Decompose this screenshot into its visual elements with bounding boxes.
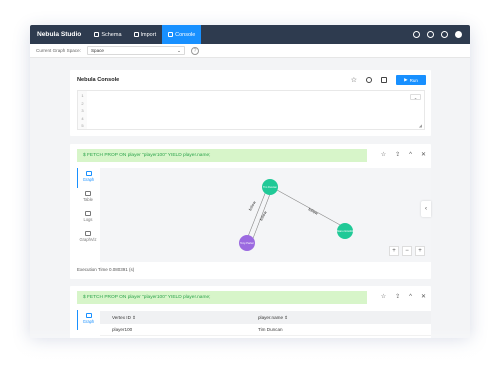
line-numbers: 1 2 3 4 5 [78, 91, 87, 129]
edge-label: follow [247, 200, 256, 211]
close-icon[interactable]: ✕ [421, 293, 426, 300]
tab-table[interactable]: Table [77, 188, 99, 208]
play-icon: ▶ [404, 77, 408, 82]
import-icon [133, 32, 139, 37]
line-number: 3 [81, 108, 84, 113]
tab-logs[interactable]: Logs [77, 208, 99, 228]
line-number: 1 [81, 93, 84, 98]
logs-icon [85, 211, 91, 216]
table-header: Vertex ID ⇕ player.name ⇕ [100, 311, 431, 324]
tab-label: Graph [82, 177, 95, 182]
chevron-left-icon[interactable]: ‹ [421, 201, 431, 217]
console-toolbar: ☆ ▶ Run [351, 75, 426, 85]
graph-icon [85, 171, 92, 176]
result-side-tabs: Graph Table Logs GraphViz [77, 168, 99, 248]
graph-svg: follow follow follow Tim Duncan Manu Gin… [239, 179, 353, 251]
zoom-controls: + − + [389, 246, 425, 256]
tab-graph[interactable]: Graph [77, 310, 99, 330]
chevron-down-icon: ⌄ [177, 47, 181, 53]
table-icon [85, 191, 91, 196]
node-label: Tony Parker [240, 241, 254, 245]
user-avatar[interactable] [455, 31, 462, 38]
edge-label: follow [308, 207, 319, 216]
bottom-fade [0, 328, 500, 373]
result-side-tabs: Graph [77, 310, 99, 330]
help-icon[interactable] [441, 31, 448, 38]
tab-graphviz[interactable]: GraphViz [77, 228, 99, 248]
tab-label: Graph [82, 319, 95, 324]
query-text: $ FETCH PROP ON player "player100" YIELD… [77, 149, 367, 162]
nav-item-schema[interactable]: Schema [88, 25, 127, 44]
run-label: Run [409, 77, 418, 83]
delete-icon[interactable] [381, 77, 387, 83]
top-right-icons [413, 31, 470, 38]
schema-icon [94, 32, 100, 37]
tab-label: GraphViz [79, 237, 97, 242]
result-card-graph: $ FETCH PROP ON player "player100" YIELD… [70, 144, 431, 279]
resize-grip-icon[interactable]: ◢ [419, 123, 422, 128]
share-icon[interactable]: ⇪ [395, 151, 400, 158]
settings-icon[interactable] [427, 31, 434, 38]
result-toolbar: ☆ ⇪ ^ ✕ [381, 151, 426, 159]
column-header-player-name[interactable]: player.name ⇕ [258, 315, 288, 321]
star-icon[interactable]: ☆ [381, 151, 386, 158]
execution-time: Execution Time 0.080391 (s) [77, 267, 135, 272]
tab-label: Logs [83, 217, 93, 222]
fit-view-button[interactable]: + [415, 246, 425, 256]
space-select-value: Space [90, 48, 104, 53]
history-icon[interactable] [366, 77, 372, 83]
line-number: 5 [81, 123, 84, 128]
node-label: Manu Ginobili [337, 229, 353, 233]
graph-canvas[interactable]: follow follow follow Tim Duncan Manu Gin… [100, 168, 431, 262]
top-navbar: Nebula Studio Schema Import Console [30, 25, 470, 44]
node-label: Tim Duncan [263, 185, 277, 189]
nav-item-import[interactable]: Import [128, 25, 163, 44]
github-icon[interactable] [413, 31, 420, 38]
result-toolbar: ☆ ⇪ ^ ✕ [381, 293, 426, 301]
console-icon [168, 32, 174, 37]
nav-item-console[interactable]: Console [162, 25, 202, 44]
tab-graph[interactable]: Graph [77, 168, 99, 188]
space-select[interactable]: Space ⌄ [86, 46, 185, 55]
share-icon[interactable]: ⇪ [395, 293, 400, 300]
zoom-in-button[interactable]: + [389, 246, 399, 256]
column-header-vertex-id[interactable]: Vertex ID ⇕ [100, 315, 258, 321]
close-icon[interactable]: ✕ [421, 151, 426, 158]
run-button[interactable]: ▶ Run [396, 75, 426, 85]
chevron-up-icon[interactable]: ^ [409, 294, 412, 300]
nav-item-label: Schema [101, 31, 122, 38]
space-selector-bar: Current Graph Space: Space ⌄ ? [30, 44, 470, 58]
zoom-out-button[interactable]: − [402, 246, 412, 256]
space-label: Current Graph Space: [36, 48, 81, 53]
app-brand: Nebula Studio [37, 31, 82, 38]
query-text: $ FETCH PROP ON player "player100" YIELD… [77, 291, 367, 304]
console-card: Nebula Console ☆ ▶ Run 1 2 3 4 5 ⌄ ◢ [70, 70, 431, 136]
nav-item-label: Import [140, 31, 157, 38]
query-editor[interactable]: 1 2 3 4 5 ⌄ ◢ [77, 90, 425, 130]
main-nav: Schema Import Console [88, 25, 202, 44]
app-window: Nebula Studio Schema Import Console Curr… [30, 25, 470, 338]
star-icon[interactable]: ☆ [381, 293, 386, 300]
star-icon[interactable]: ☆ [351, 76, 357, 84]
graph-icon [85, 313, 92, 318]
chevron-up-icon[interactable]: ^ [409, 152, 412, 158]
nav-item-label: Console [175, 31, 196, 38]
tab-label: Table [83, 197, 93, 202]
console-title: Nebula Console [77, 77, 120, 83]
graphviz-icon [85, 231, 91, 236]
chevron-down-icon[interactable]: ⌄ [410, 94, 421, 100]
question-icon[interactable]: ? [190, 46, 199, 55]
edge-label: follow [258, 210, 267, 221]
line-number: 2 [81, 100, 84, 106]
line-number: 4 [81, 115, 84, 121]
